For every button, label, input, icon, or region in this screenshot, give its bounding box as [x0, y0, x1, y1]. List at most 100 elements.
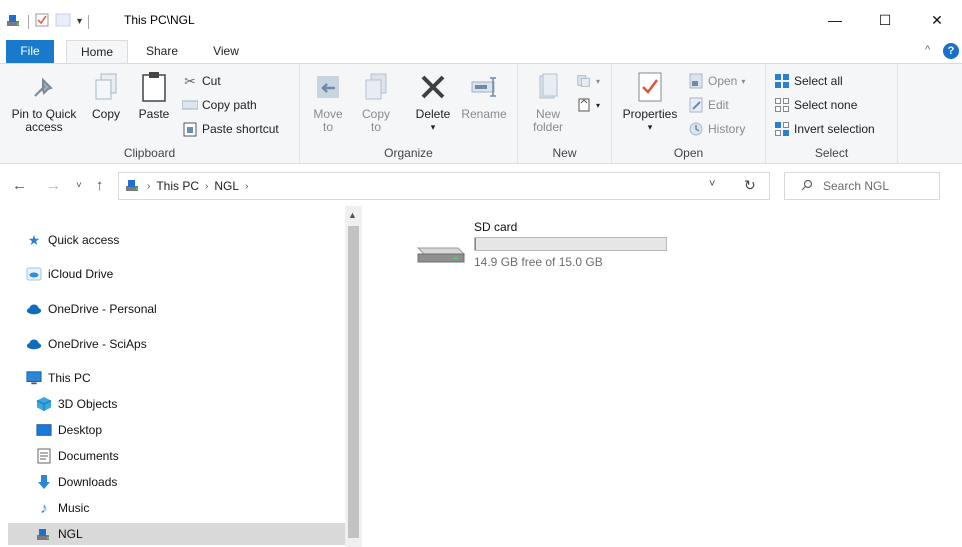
search-box[interactable] — [784, 172, 940, 200]
cut-button[interactable]: ✂ Cut — [182, 73, 221, 89]
music-note-icon: ♪ — [40, 499, 48, 517]
sd-card-drive-tile[interactable]: SD card 14.9 GB free of 15.0 GB — [414, 218, 674, 278]
open-button[interactable]: Open ▾ — [688, 73, 745, 89]
nav-item-music[interactable]: ♪ Music — [36, 497, 89, 519]
select-none-button[interactable]: Select none — [774, 97, 857, 113]
toolbar-separator — [28, 14, 29, 29]
select-all-label: Select all — [794, 74, 843, 88]
quick-access-toolbar: ▾ — [6, 12, 90, 31]
new-folder-quick-icon[interactable] — [55, 13, 71, 30]
copy-to-button[interactable]: Copy to — [356, 70, 396, 134]
tab-file[interactable]: File — [6, 40, 54, 64]
drive-free-space: 14.9 GB free of 15.0 GB — [474, 255, 603, 269]
back-arrow-icon[interactable]: ← — [12, 177, 27, 194]
close-button[interactable]: ✕ — [914, 6, 960, 34]
select-all-button[interactable]: Select all — [774, 73, 843, 89]
nav-item-onedrive-personal[interactable]: OneDrive - Personal — [26, 298, 157, 320]
minimize-button[interactable]: — — [812, 6, 858, 34]
move-to-button[interactable]: Move to — [308, 70, 348, 134]
edit-label: Edit — [708, 98, 729, 112]
delete-button[interactable]: Delete ▾ — [410, 70, 456, 134]
nav-pane-scrollbar[interactable]: ▲ — [345, 206, 362, 547]
nav-item-3d-objects[interactable]: 3D Objects — [36, 393, 117, 415]
customize-toolbar-icon[interactable]: ▾ — [77, 16, 82, 27]
properties-label: Properties — [622, 107, 678, 121]
copy-path-icon — [182, 97, 198, 113]
tab-share[interactable]: Share — [136, 40, 188, 64]
pin-icon — [28, 70, 60, 104]
copy-path-label: Copy path — [202, 98, 257, 112]
move-to-icon — [312, 70, 344, 104]
select-all-icon — [774, 73, 790, 89]
delete-dropdown-icon[interactable]: ▾ — [431, 121, 436, 134]
paste-button[interactable]: Paste — [134, 70, 174, 121]
nav-item-documents[interactable]: Documents — [36, 445, 119, 467]
nav-item-ngl[interactable]: NGL — [8, 523, 345, 545]
invert-selection-button[interactable]: Invert selection — [774, 121, 875, 137]
search-input[interactable] — [823, 179, 923, 193]
nav-item-quick-access[interactable]: ★ Quick access — [26, 229, 120, 251]
nav-item-icloud-drive[interactable]: iCloud Drive — [26, 263, 113, 285]
delete-label: Delete — [415, 107, 451, 121]
breadcrumb-separator[interactable]: › — [147, 181, 150, 192]
breadcrumb-separator[interactable]: › — [205, 181, 208, 192]
scrollbar-thumb[interactable] — [348, 226, 359, 538]
easy-access-icon — [576, 97, 592, 113]
cut-label: Cut — [202, 74, 221, 88]
new-folder-button[interactable]: New folder — [524, 70, 572, 134]
breadcrumb-separator[interactable]: › — [245, 181, 248, 192]
collapse-ribbon-icon[interactable]: ^ — [925, 44, 930, 56]
address-dropdown-icon[interactable]: ˅ — [709, 178, 715, 190]
invert-selection-label: Invert selection — [794, 122, 875, 136]
history-button[interactable]: History — [688, 121, 745, 137]
star-icon: ★ — [27, 231, 41, 248]
easy-access-button[interactable]: ▾ — [576, 97, 600, 113]
scroll-up-icon[interactable]: ▲ — [348, 210, 357, 220]
paste-label: Paste — [138, 107, 170, 121]
rename-label: Rename — [461, 107, 507, 121]
up-arrow-icon[interactable]: ↑ — [96, 177, 104, 194]
nav-item-downloads[interactable]: Downloads — [36, 471, 117, 493]
forward-arrow-icon[interactable]: → — [46, 177, 61, 194]
nav-item-label: iCloud Drive — [48, 267, 114, 281]
organize-group: Move to Copy to Delete ▾ Rename Organize — [300, 64, 518, 163]
copy-button[interactable]: Copy — [88, 70, 124, 121]
copy-path-button[interactable]: Copy path — [182, 97, 257, 113]
removable-drive-icon — [414, 240, 466, 269]
select-none-label: Select none — [794, 98, 858, 112]
properties-dropdown-icon[interactable]: ▾ — [648, 121, 653, 134]
breadcrumb-this-pc[interactable]: This PC — [156, 179, 199, 193]
tab-home[interactable]: Home — [66, 40, 128, 64]
edit-button[interactable]: Edit — [688, 97, 729, 113]
breadcrumb-ngl[interactable]: NGL — [214, 179, 239, 193]
nav-item-this-pc[interactable]: This PC — [26, 367, 91, 389]
recent-locations-icon[interactable]: ˅ — [76, 180, 82, 191]
onedrive-cloud-icon — [26, 336, 42, 352]
select-group: Select all Select none Invert selection … — [766, 64, 898, 163]
window-title: This PC\NGL — [124, 13, 195, 27]
history-label: History — [708, 122, 746, 136]
rename-button[interactable]: Rename — [458, 70, 510, 121]
properties-checkbox-icon[interactable] — [35, 13, 49, 30]
help-icon[interactable]: ? — [943, 43, 959, 59]
nav-item-onedrive-sciaps[interactable]: OneDrive - SciAps — [26, 333, 147, 355]
cube-icon — [36, 396, 52, 412]
tab-view[interactable]: View — [200, 40, 252, 64]
paste-shortcut-button[interactable]: Paste shortcut — [182, 121, 279, 137]
new-folder-icon — [532, 70, 564, 104]
navigation-bar: ← → ˅ ↑ › This PC › NGL › ˅ ↻ — [0, 168, 962, 204]
download-arrow-icon — [36, 474, 52, 490]
content-area: SD card 14.9 GB free of 15.0 GB — [368, 206, 962, 547]
rename-icon — [468, 70, 500, 104]
onedrive-cloud-icon — [26, 301, 42, 317]
address-bar[interactable]: › This PC › NGL › ˅ ↻ — [118, 172, 770, 200]
nav-item-label: 3D Objects — [58, 397, 118, 411]
drive-usage-fill — [475, 238, 477, 250]
pin-to-quick-access-button[interactable]: Pin to Quick access — [4, 70, 84, 134]
refresh-icon[interactable]: ↻ — [744, 177, 756, 194]
nav-item-desktop[interactable]: Desktop — [36, 419, 102, 441]
open-group: Properties ▾ Open ▾ Edit History Open — [612, 64, 766, 163]
new-item-button[interactable]: ▾ — [576, 73, 600, 89]
maximize-button[interactable]: ☐ — [862, 6, 908, 34]
properties-button[interactable]: Properties ▾ — [618, 70, 682, 134]
